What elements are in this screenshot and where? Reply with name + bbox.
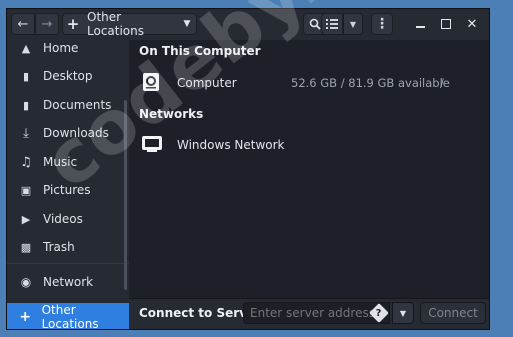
sidebar-item-label: Documents [43,98,112,112]
sidebar-item-label: Downloads [43,126,109,140]
forward-button[interactable]: → [35,13,59,35]
connect-to-server-bar: Connect to Server ? ▼ Connect [129,298,489,329]
section-title-networks: Networks [139,107,204,121]
section-title-on-this-computer: On This Computer [139,44,261,58]
search-icon [309,18,321,30]
picture-icon: ▣ [20,183,32,197]
sidebar-item-documents[interactable]: ▮ Documents [7,91,129,119]
network-icon: ◉ [20,275,32,289]
document-icon: ▮ [22,98,30,112]
sidebar-item-pictures[interactable]: ▣ Pictures [7,176,129,204]
sidebar-item-label: Desktop [43,69,93,83]
sidebar-item-music[interactable]: ♫ Music [7,148,129,176]
plus-icon: + [66,15,80,33]
back-arrow-icon: ← [17,16,29,32]
file-manager-window: ← → + Other Locations ▼ ▼ ⋮ ✕ ▲ Home ▮ D… [6,8,490,330]
sidebar-item-downloads[interactable]: ⤓ Downloads [7,119,129,147]
recent-servers-dropdown[interactable]: ▼ [392,302,414,324]
sidebar-item-desktop[interactable]: ▮ Desktop [7,62,129,90]
minimize-button[interactable] [409,13,431,35]
desktop-icon: ▮ [22,69,30,83]
sidebar-item-label: Trash [43,240,75,254]
connect-button[interactable]: Connect [420,302,486,324]
forward-arrow-icon: → [41,16,53,32]
home-icon: ▲ [21,41,31,55]
sidebar-item-label: Other Locations [41,303,99,330]
sidebar-item-label: Music [43,155,78,169]
sidebar-item-trash[interactable]: ▩ Trash [7,233,129,261]
sidebar-item-network[interactable]: ◉ Network [7,268,129,296]
disk-usage: 52.6 GB / 81.9 GB available [291,76,450,90]
location-name: Computer [177,76,237,90]
network-share-icon [141,134,163,157]
sidebar-separator [7,263,129,264]
list-view-icon [326,19,338,29]
view-toggle-button[interactable] [321,13,343,35]
mount-point: / [440,76,444,90]
music-icon: ♫ [20,154,32,170]
location-name: Windows Network [177,138,285,152]
location-path-button[interactable]: + Other Locations ▼ [62,10,197,38]
menu-button[interactable]: ⋮ [371,13,393,35]
kebab-menu-icon: ⋮ [375,16,389,32]
sidebar-item-other-locations[interactable]: + Other Locations [7,303,129,330]
sidebar-item-videos[interactable]: ▶ Videos [7,205,129,233]
sidebar-scrollbar[interactable] [124,100,127,290]
sidebar-item-home[interactable]: ▲ Home [7,34,129,62]
maximize-icon [441,19,451,29]
location-row-windows-network[interactable]: Windows Network [129,126,489,164]
trash-icon: ▩ [20,240,32,254]
location-row-computer[interactable]: Computer 52.6 GB / 81.9 GB available / [129,64,489,102]
sidebar: ▲ Home ▮ Desktop ▮ Documents ⤓ Downloads… [7,40,130,329]
video-icon: ▶ [21,212,31,226]
view-options-button[interactable]: ▼ [343,13,363,35]
chevron-down-icon: ▼ [399,308,407,318]
minimize-icon [415,26,425,28]
sidebar-item-label: Pictures [43,183,91,197]
download-icon: ⤓ [23,125,29,141]
sidebar-item-label: Network [43,275,94,289]
main-content: On This Computer Computer 52.6 GB / 81.9… [129,40,489,329]
maximize-button[interactable] [435,13,457,35]
plus-icon: + [19,309,32,325]
close-button[interactable]: ✕ [461,13,483,35]
close-icon: ✕ [466,16,478,32]
computer-drive-icon [141,72,161,95]
back-button[interactable]: ← [11,13,35,35]
chevron-down-icon: ▼ [349,19,357,29]
sidebar-item-label: Home [43,41,79,55]
chevron-down-icon: ▼ [183,19,191,29]
sidebar-item-label: Videos [43,212,83,226]
server-address-input[interactable] [243,302,390,324]
